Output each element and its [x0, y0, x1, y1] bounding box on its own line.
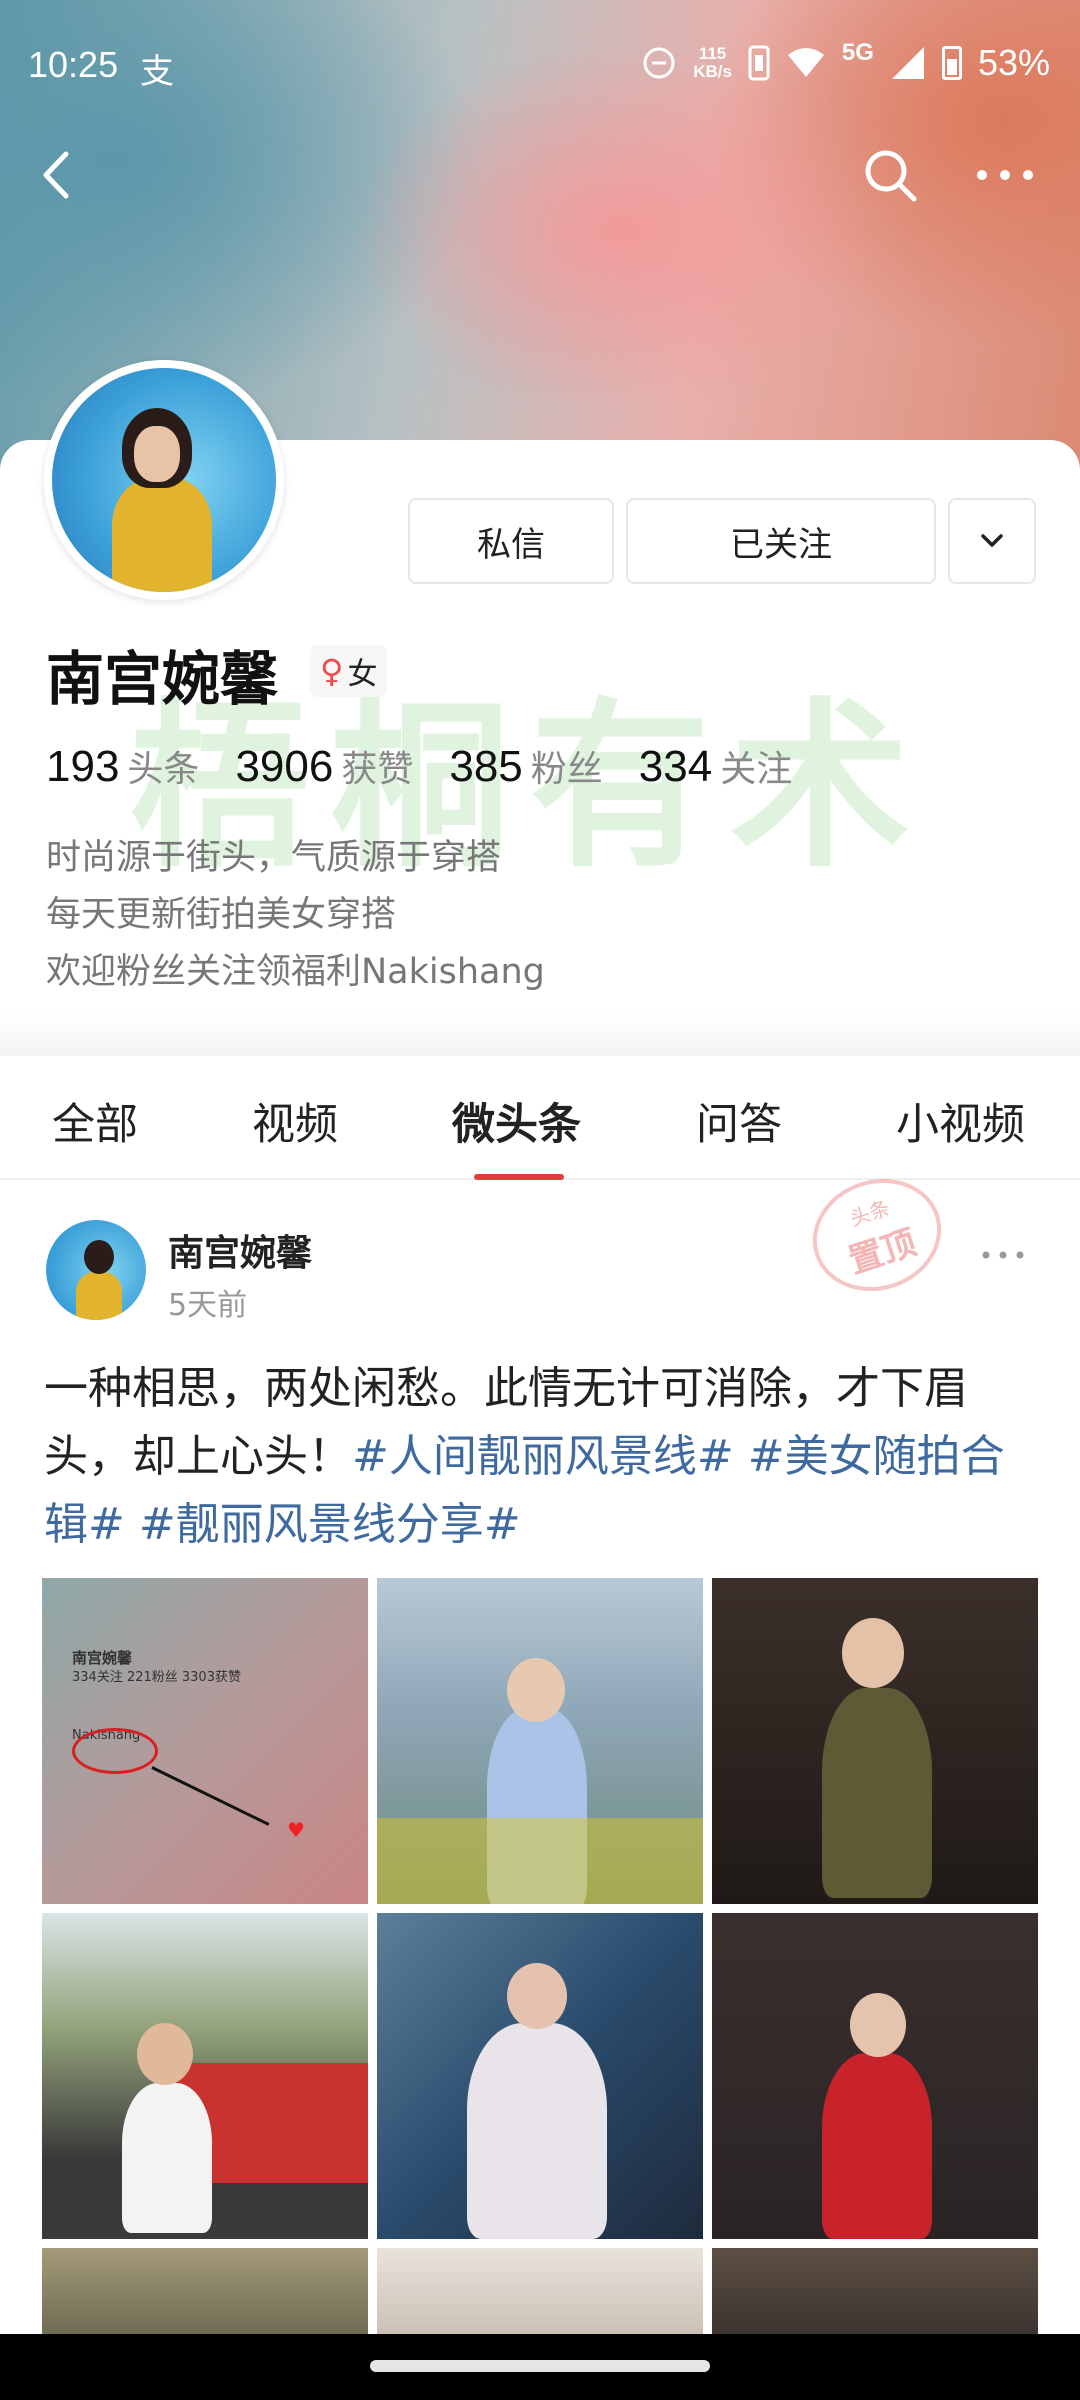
more-icon [977, 170, 1033, 180]
section-divider [0, 1012, 1080, 1056]
hashtag-link[interactable]: #人间靓丽风景线# [352, 1431, 734, 1482]
wifi-icon [787, 48, 824, 77]
bio-line: 欢迎粉丝关注领福利Nakishang [46, 952, 545, 992]
bio-line: 时尚源于街头，气质源于穿搭 [46, 838, 502, 878]
gender-badge: ♀ 女 [310, 645, 388, 697]
sim-icon [748, 45, 770, 81]
stat-label: 关注 [720, 749, 793, 790]
network-speed-value: 115 [698, 44, 727, 63]
post-author-name[interactable]: 南宫婉馨 [168, 1224, 312, 1276]
chevron-down-icon [981, 534, 1003, 547]
do-not-disturb-icon [643, 47, 675, 79]
profile-stats: 193 头条 3906 获赞 385 粉丝 334 关注 [46, 740, 792, 792]
post-image-6[interactable] [712, 1913, 1038, 2239]
battery-level: 53% [977, 42, 1050, 83]
post-image-2[interactable] [377, 1578, 703, 1904]
profile-bio: 时尚源于街头，气质源于穿搭 每天更新街拍美女穿搭 欢迎粉丝关注领福利Nakish… [46, 830, 545, 1001]
highlight-circle [72, 1728, 158, 1774]
back-button[interactable] [30, 140, 90, 210]
profile-avatar[interactable] [44, 360, 284, 600]
following-button[interactable]: 已关注 [626, 498, 936, 584]
stat-number: 193 [46, 742, 120, 791]
signal-icon [891, 47, 924, 79]
stat-fans[interactable]: 385 粉丝 [449, 740, 602, 792]
stat-likes[interactable]: 3906 获赞 [235, 740, 413, 792]
active-tab-indicator [474, 1174, 564, 1180]
tab-micro-post[interactable]: 微头条 [452, 1090, 581, 1152]
search-button[interactable] [860, 145, 920, 205]
stat-number: 334 [638, 742, 713, 791]
post-image-5[interactable] [377, 1913, 703, 2239]
recommend-dropdown-button[interactable] [948, 498, 1036, 584]
tab-video[interactable]: 视频 [252, 1090, 338, 1152]
tab-qa[interactable]: 问答 [696, 1090, 782, 1152]
post-image-3[interactable] [712, 1578, 1038, 1904]
tab-short-video[interactable]: 小视频 [896, 1090, 1025, 1152]
status-bar: 10:25 支 115 KB/s 5G 53% [0, 0, 1080, 130]
tab-all[interactable]: 全部 [52, 1090, 138, 1152]
pointer-arrow [151, 1766, 270, 1826]
post-text: 一种相思，两处闲愁。此情无计可消除，才下眉头，却上心头！#人间靓丽风景线# #美… [44, 1355, 1044, 1559]
home-indicator[interactable] [370, 2360, 710, 2372]
status-time: 10:25 [28, 44, 119, 85]
profile-name: 南宫婉馨 [46, 645, 279, 713]
network-speed-unit: KB/s [693, 62, 732, 81]
stat-label: 粉丝 [530, 749, 603, 790]
battery-icon [941, 46, 962, 80]
more-button[interactable] [970, 150, 1040, 200]
gender-label: 女 [347, 657, 378, 692]
bio-line: 每天更新街拍美女穿搭 [46, 895, 397, 935]
thumb-profile-stats: 334关注 221粉丝 3303获赞 [72, 1670, 241, 1685]
post-more-button[interactable] [978, 1240, 1028, 1270]
message-button[interactable]: 私信 [408, 498, 614, 584]
stat-number: 385 [449, 742, 523, 791]
post-image-1[interactable]: 南宫婉馨 334关注 221粉丝 3303获赞 Nakishang ♥ [42, 1578, 368, 1904]
stat-number: 3906 [235, 742, 334, 791]
more-icon [982, 1251, 1024, 1259]
search-icon [865, 150, 917, 202]
post-image-7[interactable] [42, 2248, 368, 2338]
post-time: 5天前 [168, 1288, 248, 1323]
post-author-avatar[interactable] [46, 1220, 146, 1320]
post-image-9[interactable] [712, 2248, 1038, 2338]
post-image-8[interactable] [377, 2248, 703, 2338]
network-type: 5G [841, 39, 874, 66]
stat-following[interactable]: 334 关注 [639, 740, 792, 792]
stat-label: 获赞 [341, 749, 414, 790]
thumb-profile-name: 南宫婉馨 [72, 1649, 133, 1667]
female-icon: ♀ [320, 652, 344, 690]
network-speed: 115 KB/s [693, 45, 732, 81]
hashtag-link[interactable]: #靓丽风景线分享# [139, 1499, 521, 1550]
alipay-icon: 支 [140, 52, 174, 92]
content-tabs: 全部 视频 微头条 问答 小视频 [0, 1056, 1080, 1180]
back-icon [43, 151, 69, 199]
avatar-image [52, 368, 276, 592]
stat-posts[interactable]: 193 头条 [46, 740, 199, 792]
status-icons: 115 KB/s 5G 53% [641, 39, 1050, 84]
stat-label: 头条 [127, 749, 200, 790]
post-image-4[interactable] [42, 1913, 368, 2239]
heart-icon: ♥ [287, 1818, 305, 1842]
